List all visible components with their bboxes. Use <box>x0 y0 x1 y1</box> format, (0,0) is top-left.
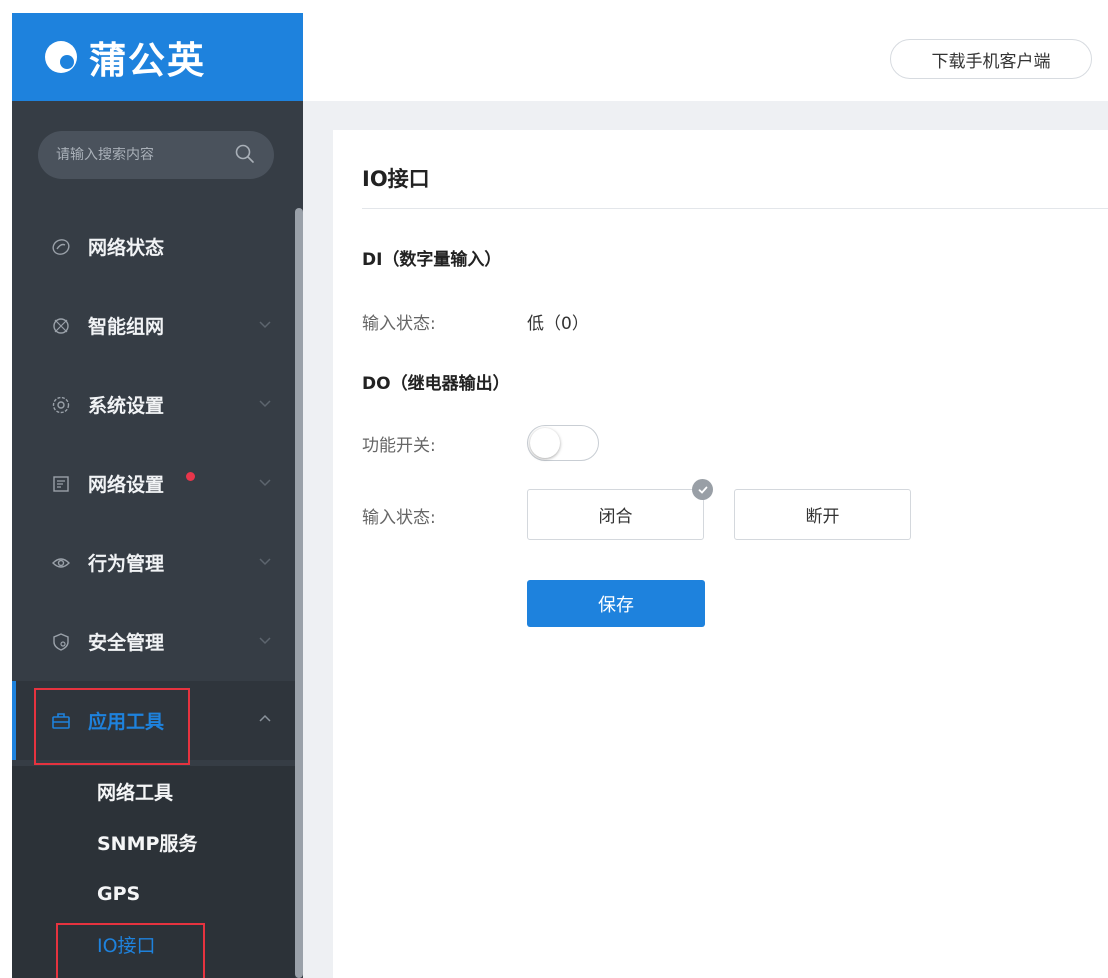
page-title: IO接口 <box>362 167 430 191</box>
download-app-button[interactable]: 下载手机客户端 <box>890 39 1092 79</box>
check-icon <box>692 479 713 500</box>
sidebar-item-security-management[interactable]: 安全管理 <box>12 602 295 681</box>
toggle-knob <box>530 428 560 458</box>
option-close-button[interactable]: 闭合 <box>527 489 704 540</box>
highlight-box-app-tools <box>34 688 190 765</box>
document-icon <box>50 473 72 495</box>
option-open-button[interactable]: 断开 <box>734 489 911 540</box>
function-switch-label: 功能开关: <box>362 436 436 456</box>
save-button[interactable]: 保存 <box>527 580 705 627</box>
network-status-icon <box>50 236 72 258</box>
di-input-state-value: 低（0） <box>527 314 589 334</box>
sidebar-item-network-settings[interactable]: 网络设置 <box>12 444 295 523</box>
search-icon[interactable] <box>234 143 256 165</box>
sidebar-item-label: 安全管理 <box>88 632 165 654</box>
sidebar-item-label: 智能组网 <box>88 316 165 338</box>
di-section-title: DI（数字量输入） <box>362 250 502 270</box>
chevron-down-icon <box>259 321 271 329</box>
function-switch-toggle[interactable] <box>527 425 599 461</box>
sidebar-menu: 网络状态 智能组网 系统设置 网络设置 行为管理 安全管理 应用工具 <box>12 207 295 760</box>
highlight-box-io-interface <box>56 923 205 978</box>
sidebar-item-smart-network[interactable]: 智能组网 <box>12 286 295 365</box>
top-bar: 下载手机客户端 <box>303 13 1108 101</box>
sidebar-item-label: 行为管理 <box>88 553 165 575</box>
chevron-down-icon <box>259 558 271 566</box>
brand-logo[interactable]: 蒲公英 <box>12 13 303 101</box>
sidebar-scrollbar[interactable] <box>295 208 303 978</box>
brand-name: 蒲公英 <box>89 39 206 82</box>
sidebar-item-system-settings[interactable]: 系统设置 <box>12 365 295 444</box>
eye-icon <box>50 552 72 574</box>
sidebar-item-behavior-management[interactable]: 行为管理 <box>12 523 295 602</box>
shield-icon <box>50 631 72 653</box>
chevron-down-icon <box>259 400 271 408</box>
notification-dot <box>186 472 195 481</box>
sidebar-item-network-status[interactable]: 网络状态 <box>12 207 295 286</box>
chevron-down-icon <box>259 479 271 487</box>
logo-icon <box>45 41 77 73</box>
do-section-title: DO（继电器输出） <box>362 374 510 394</box>
do-input-state-label: 输入状态: <box>362 508 436 528</box>
sidebar-item-label: 网络设置 <box>88 474 165 496</box>
sidebar: 蒲公英 网络状态 智能组网 系统设置 <box>12 13 303 978</box>
submenu-item-gps[interactable]: GPS <box>12 868 295 919</box>
submenu-item-network-tools[interactable]: 网络工具 <box>12 766 295 817</box>
sidebar-item-label: 系统设置 <box>88 395 165 417</box>
gear-icon <box>50 394 72 416</box>
search-input[interactable] <box>56 147 226 163</box>
sidebar-item-label: 网络状态 <box>88 237 165 259</box>
chevron-down-icon <box>259 637 271 645</box>
smart-network-icon <box>50 315 72 337</box>
submenu-item-snmp[interactable]: SNMP服务 <box>12 817 295 868</box>
di-input-state-label: 输入状态: <box>362 314 436 334</box>
title-divider <box>362 208 1108 209</box>
chevron-up-icon <box>259 714 271 722</box>
search-box <box>38 131 274 179</box>
